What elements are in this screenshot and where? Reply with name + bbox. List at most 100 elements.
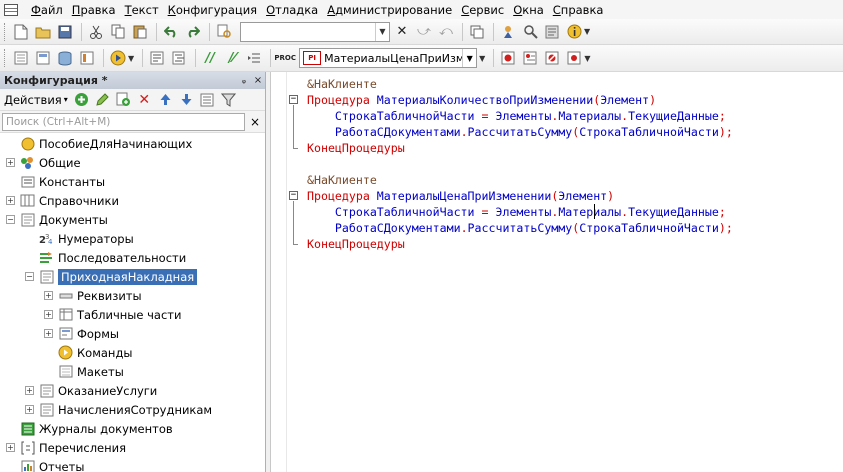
code-line[interactable]: КонецПроцедуры	[307, 140, 405, 156]
filter-input[interactable]: Поиск (Ctrl+Alt+M)	[2, 112, 245, 131]
syntax-assistant-icon[interactable]	[498, 22, 518, 42]
procedures-list-icon[interactable]: PROC	[274, 48, 296, 68]
search-input[interactable]	[241, 23, 375, 41]
tree-item[interactable]: Последовательности	[25, 248, 186, 267]
copy-icon[interactable]	[108, 22, 128, 42]
menu-file[interactable]: Файл	[26, 3, 67, 17]
actions-menu-button[interactable]: Действия	[4, 93, 62, 107]
expand-icon[interactable]: +	[6, 196, 15, 205]
collapse-icon[interactable]: −	[6, 215, 15, 224]
tree-item[interactable]: + ОказаниеУслуги	[25, 381, 157, 400]
copy-item-icon[interactable]	[114, 91, 133, 109]
redo-icon[interactable]	[183, 22, 203, 42]
code-line[interactable]: &НаКлиенте	[307, 76, 377, 92]
expand-icon[interactable]: +	[6, 158, 15, 167]
menu-admin[interactable]: Администрирование	[322, 3, 456, 17]
disable-breakpoint-icon[interactable]	[542, 48, 562, 68]
menu-service[interactable]: Сервис	[456, 3, 508, 17]
menu-help[interactable]: Справка	[548, 3, 608, 17]
debug-dropdown-icon[interactable]: ▼	[128, 54, 134, 63]
code-line[interactable]: СтрокаТабличнойЧасти = Элементы.Материал…	[307, 204, 726, 220]
expand-icon[interactable]: +	[44, 310, 53, 319]
tree-item[interactable]: Команды	[44, 343, 132, 362]
editor-gutter[interactable]	[271, 72, 287, 472]
collapse-icon[interactable]: −	[25, 272, 34, 281]
tree-item[interactable]: Журналы документов	[6, 419, 173, 438]
actions-dropdown-icon[interactable]: ▾	[64, 95, 68, 104]
breakpoint-list-icon[interactable]	[520, 48, 540, 68]
windows-icon[interactable]	[467, 22, 487, 42]
database-update-icon[interactable]	[55, 48, 75, 68]
find-icon[interactable]	[214, 22, 234, 42]
close-panel-icon[interactable]: ×	[251, 75, 265, 86]
new-file-icon[interactable]	[11, 22, 31, 42]
tree-item[interactable]: Отчеты	[6, 457, 84, 472]
tree-item[interactable]: 2 3 4 Нумераторы	[25, 229, 134, 248]
filter-icon[interactable]	[219, 91, 238, 109]
tree-item[interactable]: + НачисленияСотрудникам	[25, 400, 212, 419]
help-contents-icon[interactable]	[542, 22, 562, 42]
sort-icon[interactable]	[198, 91, 217, 109]
menu-debug[interactable]: Отладка	[261, 3, 322, 17]
start-debugging-icon[interactable]	[108, 48, 128, 68]
tree-item[interactable]: − Документы	[6, 210, 108, 229]
tree-item[interactable]: + Общие	[6, 153, 81, 172]
toggle-breakpoint-icon[interactable]	[498, 48, 518, 68]
chevron-down-icon[interactable]: ▼	[462, 49, 476, 67]
expand-icon[interactable]: +	[25, 405, 34, 414]
procedure-select[interactable]: МатериалыЦенаПриИзменении	[324, 52, 462, 65]
edit-icon[interactable]	[93, 91, 112, 109]
code-line[interactable]: Процедура МатериалыЦенаПриИзменении(Элем…	[307, 188, 614, 204]
code-line[interactable]: Процедура МатериалыКоличествоПриИзменени…	[307, 92, 656, 108]
tree-item[interactable]: + Табличные части	[44, 305, 181, 324]
expand-icon[interactable]: +	[6, 443, 15, 452]
toolbar-dropdown-icon[interactable]: ▼	[584, 54, 590, 63]
expand-icon[interactable]: +	[25, 386, 34, 395]
find-previous-icon[interactable]: ⤺	[436, 22, 456, 42]
procedure-combo[interactable]: PI МатериалыЦенаПриИзменении ▼	[299, 48, 478, 68]
add-icon[interactable]	[72, 91, 91, 109]
tree-item[interactable]: ПособиеДляНачинающих	[6, 134, 192, 153]
tree-item[interactable]: + Реквизиты	[44, 286, 142, 305]
code-line[interactable]: КонецПроцедуры	[307, 236, 405, 252]
tree-item[interactable]: + Формы	[44, 324, 119, 343]
find-next-icon[interactable]: ⤻	[414, 22, 434, 42]
app-menu-icon[interactable]	[4, 3, 18, 16]
remove-breakpoints-icon[interactable]	[564, 48, 584, 68]
tree-item[interactable]: Константы	[6, 172, 105, 191]
move-up-icon[interactable]	[156, 91, 175, 109]
help-search-icon[interactable]	[520, 22, 540, 42]
tree-item[interactable]: − ПриходнаяНакладная	[25, 267, 198, 286]
fold-toggle-icon[interactable]: −	[289, 191, 298, 200]
fold-toggle-icon[interactable]: −	[289, 95, 298, 104]
menu-config[interactable]: Конфигурация	[163, 3, 261, 17]
paste-icon[interactable]	[130, 22, 150, 42]
open-folder-icon[interactable]	[33, 22, 53, 42]
form-icon[interactable]	[33, 48, 53, 68]
expand-icon[interactable]: +	[44, 329, 53, 338]
comment-icon[interactable]: //	[200, 48, 220, 68]
expand-icon[interactable]: +	[44, 291, 53, 300]
code-line[interactable]: СтрокаТабличнойЧасти = Элементы.Материал…	[307, 108, 726, 124]
toolbar-dropdown-icon[interactable]: ▼	[479, 54, 485, 63]
toolbar-grip[interactable]	[4, 22, 7, 41]
delete-icon[interactable]: ✕	[135, 91, 154, 109]
clear-filter-icon[interactable]: ×	[247, 113, 263, 131]
toolbar-dropdown-icon[interactable]: ▼	[584, 27, 590, 36]
clear-search-icon[interactable]: ✕	[392, 22, 412, 42]
indent-icon[interactable]	[244, 48, 264, 68]
menu-windows[interactable]: Окна	[508, 3, 548, 17]
code-line[interactable]: РаботаСДокументами.РассчитатьСумму(Строк…	[307, 220, 733, 236]
undo-icon[interactable]	[161, 22, 181, 42]
text-block-icon[interactable]	[147, 48, 167, 68]
uncomment-icon[interactable]: /⁄	[222, 48, 242, 68]
cut-icon[interactable]	[86, 22, 106, 42]
pin-icon[interactable]: ᵩ	[237, 75, 251, 86]
tree-item[interactable]: + Справочники	[6, 191, 119, 210]
tree-item[interactable]: Макеты	[44, 362, 124, 381]
menu-text[interactable]: Текст	[120, 3, 163, 17]
menu-edit[interactable]: Правка	[67, 3, 120, 17]
move-down-icon[interactable]	[177, 91, 196, 109]
code-editor[interactable]: &НаКлиенте Процедура МатериалыКоличествоП…	[270, 72, 843, 472]
module-icon[interactable]	[11, 48, 31, 68]
